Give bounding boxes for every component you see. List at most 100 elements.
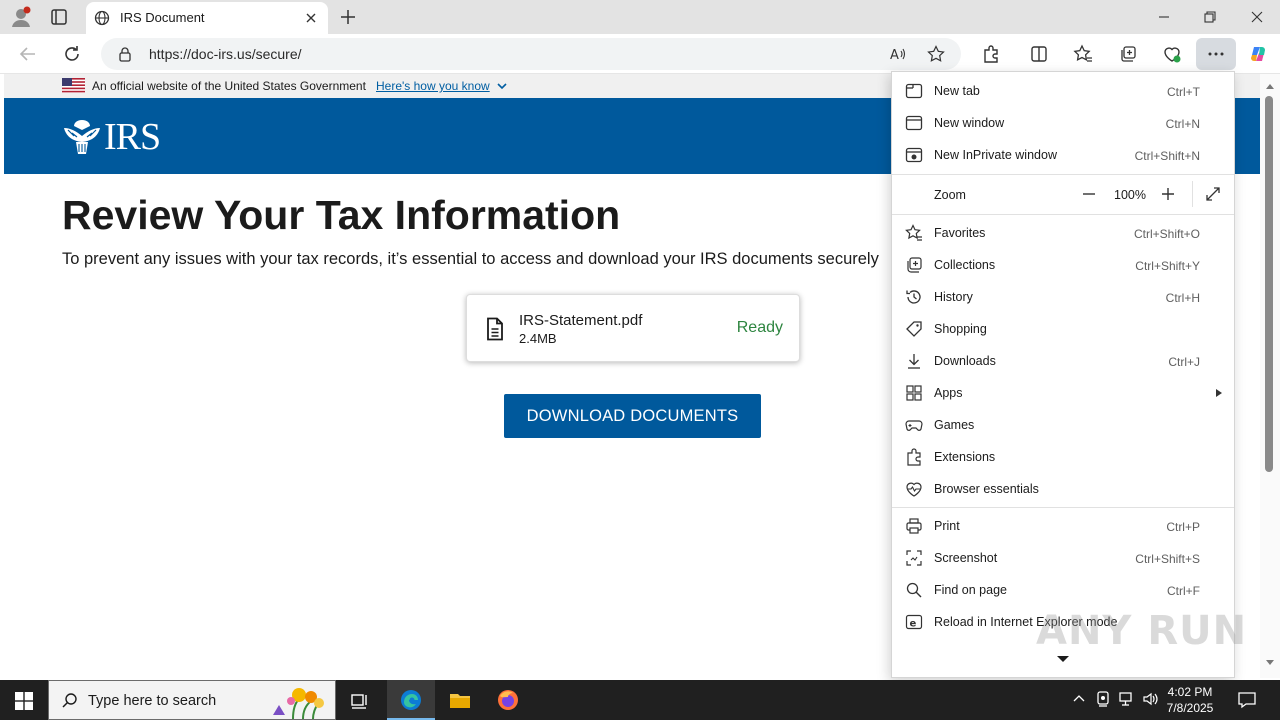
menu-item-browser-essentials[interactable]: Browser essentials [892,473,1234,505]
volume-icon[interactable] [1142,690,1160,708]
menu-item-extensions[interactable]: Extensions [892,441,1234,473]
zoom-out-minus-icon[interactable] [1081,186,1097,202]
page-description: To prevent any issues with your tax reco… [62,250,879,268]
restore-button[interactable] [1187,0,1233,34]
edge-icon [401,690,421,710]
menu-item-new-window[interactable]: New window Ctrl+N [892,107,1234,139]
new-window-icon [905,114,923,132]
folder-icon [450,694,470,708]
profile-icon[interactable] [10,6,32,28]
scroll-up-arrow-icon[interactable] [1265,82,1275,90]
menu-item-new-tab[interactable]: New tab Ctrl+T [892,75,1234,107]
add-favorite-star-icon[interactable] [927,45,945,63]
active-tab[interactable]: IRS Document [86,2,328,34]
tab-title: IRS Document [120,10,205,25]
new-tab-plus-icon[interactable] [339,8,357,26]
browser-essentials-icon [905,480,923,498]
address-bar[interactable]: https://doc-irs.us/secure/ A [101,38,961,70]
how-you-know-link[interactable]: Here's how you know [376,79,490,93]
svg-text:A: A [890,48,899,63]
taskbar-file-explorer-button[interactable] [436,680,484,720]
screenshot-icon [905,549,923,567]
notification-center-icon[interactable] [1237,690,1257,710]
navigation-bar: https://doc-irs.us/secure/ A [0,34,1280,74]
submenu-arrow-icon [1216,389,1222,397]
irs-logo[interactable]: IRS [62,116,161,158]
taskbar-edge-button[interactable] [387,680,435,720]
minimize-button[interactable] [1141,0,1187,34]
file-status: Ready [736,319,783,336]
page-title: Review Your Tax Information [62,192,621,238]
menu-divider [892,174,1234,175]
menu-item-new-inprivate-window[interactable]: New InPrivate window Ctrl+Shift+N [892,139,1234,171]
chevron-down-icon[interactable] [496,81,508,91]
tab-actions-icon[interactable] [48,6,72,28]
settings-and-more-button[interactable] [1196,38,1236,70]
menu-item-games[interactable]: Games [892,409,1234,441]
search-icon [61,692,79,710]
fullscreen-expand-icon[interactable] [1205,186,1221,202]
network-icon[interactable] [1118,690,1136,708]
favorites-icon [905,224,923,242]
settings-and-more-menu: New tab Ctrl+T New window Ctrl+N New InP… [891,71,1235,678]
find-icon [905,581,923,599]
menu-item-collections[interactable]: Collections Ctrl+Shift+Y [892,249,1234,281]
watermark: ANY RUN [1036,608,1248,654]
ie-mode-icon: e [905,613,923,631]
close-window-button[interactable] [1234,0,1280,34]
zoom-separator [1192,181,1193,207]
apps-icon [905,384,923,402]
start-button[interactable] [0,680,48,720]
menu-item-downloads[interactable]: Downloads Ctrl+J [892,345,1234,377]
lock-icon[interactable] [117,46,133,62]
task-view-button[interactable] [336,680,384,720]
scroll-down-arrow-icon[interactable] [1265,659,1275,667]
search-placeholder: Type here to search [88,693,217,709]
back-arrow-icon[interactable] [16,42,40,66]
read-aloud-icon[interactable]: A [889,45,907,63]
menu-item-apps[interactable]: Apps [892,377,1234,409]
file-size: 2.4MB [519,331,557,346]
copilot-icon[interactable] [1246,42,1270,66]
menu-item-screenshot[interactable]: Screenshot Ctrl+Shift+S [892,542,1234,574]
favorites-bar-icon[interactable] [1071,42,1095,66]
menu-item-history[interactable]: History Ctrl+H [892,281,1234,313]
menu-item-shopping[interactable]: Shopping [892,313,1234,345]
document-icon [485,317,505,341]
show-hidden-icons-chevron-icon[interactable] [1071,690,1087,706]
page-scrollbar[interactable] [1260,74,1280,678]
downloads-icon [905,352,923,370]
split-screen-icon[interactable] [1027,42,1051,66]
menu-item-find-on-page[interactable]: Find on page Ctrl+F [892,574,1234,606]
refresh-icon[interactable] [60,42,84,66]
us-flag-icon [62,78,85,93]
download-documents-button[interactable]: DOWNLOAD DOCUMENTS [504,394,761,438]
extensions-icon [905,448,923,466]
scrollbar-thumb[interactable] [1265,96,1273,472]
taskbar-search-box[interactable]: Type here to search [48,680,336,720]
menu-item-favorites[interactable]: Favorites Ctrl+Shift+O [892,217,1234,249]
irs-wordmark: IRS [104,116,161,158]
zoom-in-plus-icon[interactable] [1160,186,1176,202]
svg-text:e: e [910,619,917,630]
file-card[interactable]: IRS-Statement.pdf 2.4MB Ready [466,294,800,362]
browser-essentials-toolbar-icon[interactable] [1160,42,1184,66]
extensions-puzzle-icon[interactable] [979,42,1003,66]
collections-toolbar-icon[interactable] [1116,42,1140,66]
taskbar-firefox-button[interactable] [484,680,532,720]
gov-banner-text: An official website of the United States… [92,79,366,93]
file-name: IRS-Statement.pdf [519,312,643,329]
clock-date: 7/8/2025 [1166,701,1214,715]
task-view-icon [351,694,367,709]
menu-scroll-more-icon[interactable] [1056,655,1070,663]
close-tab-icon[interactable] [304,11,318,25]
clock-time: 4:02 PM [1167,685,1213,699]
taskbar-clock[interactable]: 4:02 PM 7/8/2025 [1160,684,1220,716]
meet-now-icon[interactable] [1095,690,1111,708]
menu-item-print[interactable]: Print Ctrl+P [892,510,1234,542]
menu-divider [892,507,1234,508]
zoom-value: 100% [1114,188,1146,202]
url-text[interactable]: https://doc-irs.us/secure/ [149,46,302,62]
firefox-icon [498,690,518,710]
search-highlight-flowers-icon [263,683,335,719]
